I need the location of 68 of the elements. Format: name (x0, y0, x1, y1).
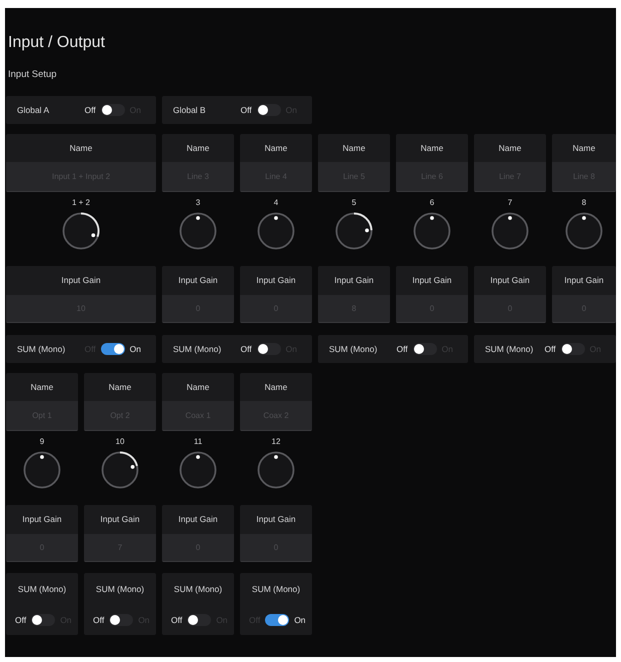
name-label: Name (264, 382, 288, 392)
name-label: Name (264, 142, 288, 154)
name-label: Name (498, 142, 522, 154)
page-title: Input / Output (8, 34, 105, 52)
sum-label: SUM (Mono) (18, 584, 66, 595)
name-label: Name (186, 142, 210, 154)
toggle-switch[interactable] (265, 614, 290, 626)
gain-label: Input Gain (490, 275, 530, 286)
off-label: Off (240, 344, 252, 354)
name-label: Name (30, 382, 54, 392)
channel-number: 1 + 2 (72, 197, 90, 209)
gain-knob[interactable] (335, 212, 373, 250)
sum-label: SUM (Mono) (329, 344, 378, 354)
off-label: Off (240, 104, 252, 116)
toggle-switch[interactable] (412, 343, 437, 355)
toggle-switch[interactable] (100, 104, 125, 116)
channel-number: 6 (430, 197, 434, 209)
global-label: Global A (17, 104, 50, 116)
off-label: Off (93, 614, 104, 626)
section-heading: Input Setup (8, 69, 57, 81)
channel-number: 3 (196, 197, 200, 209)
gain-knob[interactable] (62, 212, 100, 250)
channel-number: 12 (272, 436, 280, 448)
channel-number: 7 (508, 197, 512, 209)
channel-number: 11 (194, 436, 202, 448)
toggle-switch[interactable] (31, 614, 56, 626)
off-label: Off (15, 614, 26, 626)
gain-label: Input Gain (256, 514, 296, 525)
sum-label: SUM (Mono) (174, 584, 222, 595)
sum-label: SUM (Mono) (17, 344, 66, 354)
channel-number: 5 (352, 197, 356, 209)
name-label: Name (108, 382, 132, 392)
toggle-switch[interactable] (109, 614, 134, 626)
gain-label: Input Gain (564, 275, 604, 286)
toggle-switch[interactable] (560, 343, 585, 355)
gain-label: Input Gain (100, 514, 140, 525)
name-label: Name (186, 382, 210, 392)
sum-label: SUM (Mono) (96, 584, 144, 595)
sum-label: SUM (Mono) (173, 344, 222, 354)
name-label: Name (420, 142, 444, 154)
channel-number: 4 (274, 197, 278, 209)
gain-label: Input Gain (256, 275, 296, 286)
gain-label: Input Gain (22, 514, 62, 525)
toggle-switch[interactable] (256, 104, 281, 116)
toggle-switch[interactable] (187, 614, 212, 626)
gain-knob[interactable] (101, 451, 139, 489)
channel-number: 9 (40, 436, 44, 448)
channel-number: 8 (582, 197, 586, 209)
gain-label: Input Gain (61, 275, 101, 286)
name-label: Name (572, 142, 596, 154)
off-label: Off (84, 104, 96, 116)
global-label: Global B (173, 104, 206, 116)
on-label: On (294, 614, 306, 626)
channel-number: 10 (116, 436, 124, 448)
on-label: On (130, 344, 141, 354)
off-label: Off (396, 344, 408, 354)
name-label: Name (342, 142, 366, 154)
gain-label: Input Gain (334, 275, 374, 286)
toggle-switch[interactable] (100, 343, 125, 355)
gain-label: Input Gain (412, 275, 452, 286)
toggle-switch[interactable] (256, 343, 281, 355)
off-label: Off (544, 344, 556, 354)
gain-label: Input Gain (178, 275, 218, 286)
sum-label: SUM (Mono) (252, 584, 300, 595)
sum-label: SUM (Mono) (485, 344, 534, 354)
off-label: Off (171, 614, 182, 626)
name-label: Name (70, 142, 92, 154)
gain-label: Input Gain (178, 514, 218, 525)
